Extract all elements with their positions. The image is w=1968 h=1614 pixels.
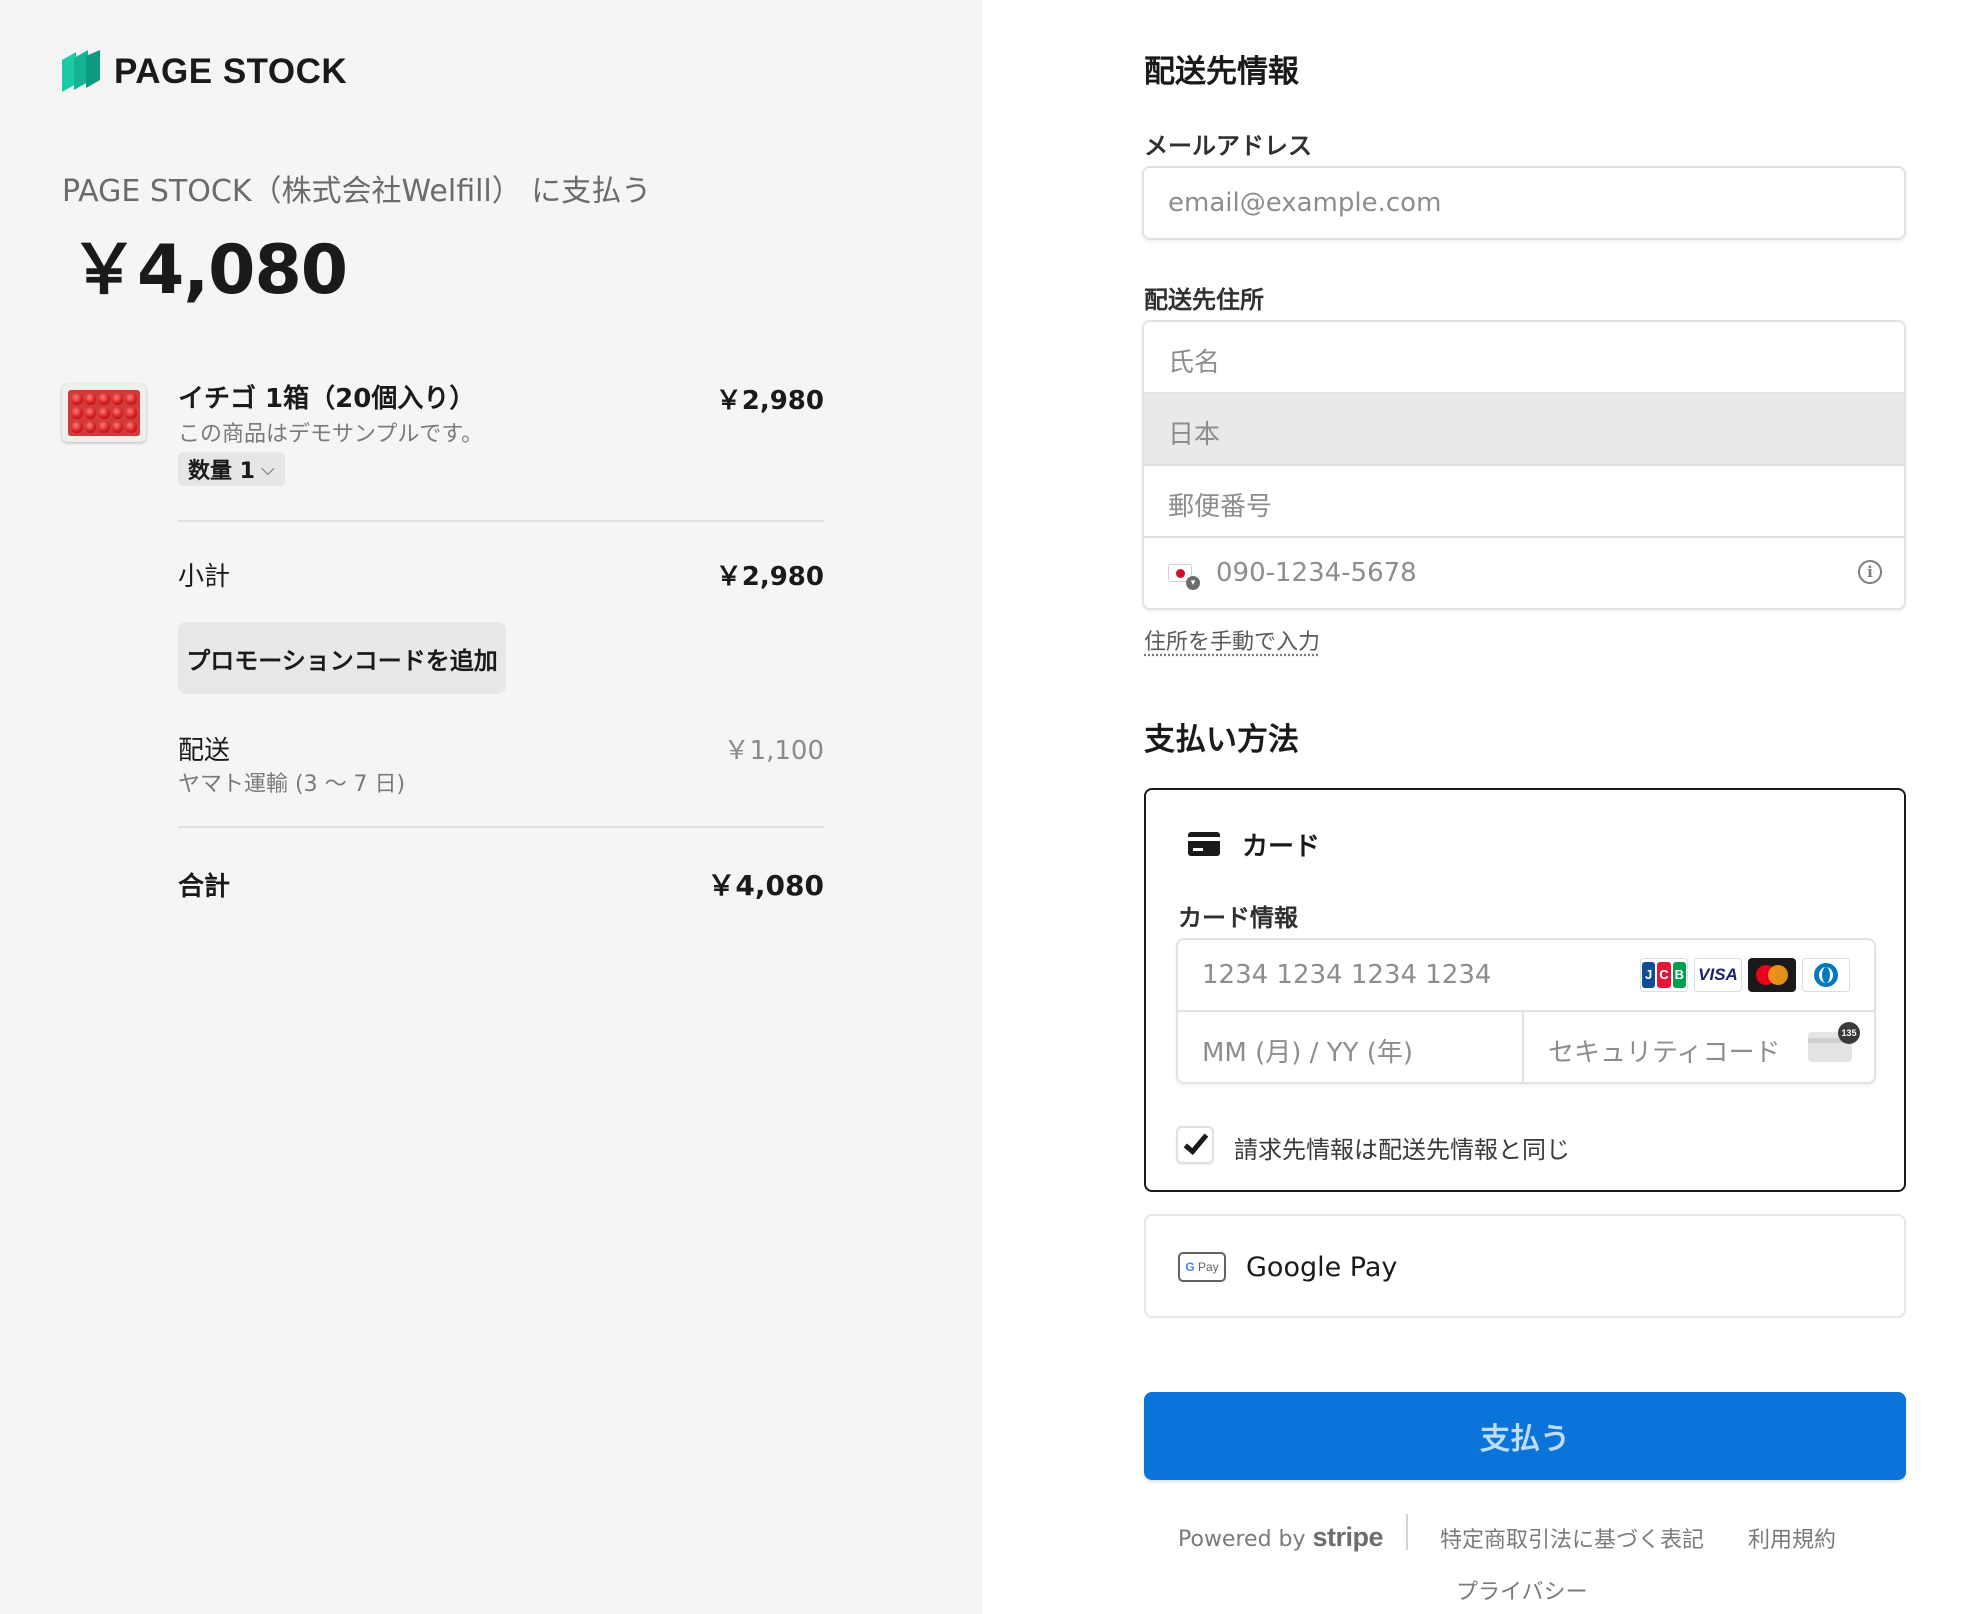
stripe-wordmark: stripe — [1312, 1522, 1384, 1552]
cvc-placeholder: セキュリティコード — [1548, 1038, 1781, 1068]
billing-same-checkbox[interactable] — [1176, 1126, 1214, 1164]
total-amount-heading: ￥4,080 — [70, 231, 348, 310]
cvc-badge: 135 — [1838, 1022, 1860, 1044]
google-pay-icon: G Pay — [1178, 1252, 1226, 1282]
name-field[interactable]: 氏名 — [1144, 322, 1904, 394]
chevron-down-icon: ⌵ — [260, 458, 275, 480]
privacy-link[interactable]: プライバシー — [1456, 1574, 1588, 1606]
payment-method-heading: 支払い方法 — [1144, 722, 1299, 758]
card-cvc-field[interactable]: セキュリティコード 135 — [1524, 1012, 1874, 1082]
pay-button[interactable]: 支払う — [1144, 1392, 1906, 1480]
brand-logo[interactable]: PAGE STOCK — [62, 50, 347, 94]
country-value: 日本 — [1168, 420, 1221, 450]
tokushoho-link[interactable]: 特定商取引法に基づく表記 — [1440, 1522, 1704, 1554]
phone-placeholder: 090-1234-5678 — [1216, 558, 1417, 588]
brand-name: PAGE STOCK — [114, 52, 348, 91]
checkmark-icon — [1183, 1128, 1209, 1156]
powered-by-stripe[interactable]: Powered by stripe — [1178, 1522, 1384, 1553]
jcb-icon: JCB — [1640, 958, 1688, 992]
footer-divider — [1406, 1514, 1408, 1550]
shipping-info-heading: 配送先情報 — [1144, 54, 1299, 90]
card-input-group: 1234 1234 1234 1234 JCB VISA MM (月) / YY… — [1176, 938, 1876, 1084]
subtotal-value: ￥2,980 — [715, 562, 824, 592]
card-expiry-field[interactable]: MM (月) / YY (年) — [1178, 1012, 1524, 1082]
divider — [178, 826, 824, 828]
product-price: ￥2,980 — [715, 386, 824, 416]
shipping-label: 配送 — [178, 736, 231, 766]
card-number-field[interactable]: 1234 1234 1234 1234 JCB VISA — [1178, 940, 1874, 1012]
cvc-card-icon: 135 — [1808, 1022, 1860, 1062]
phone-field[interactable]: ▾ 090-1234-5678 i — [1144, 538, 1904, 608]
quantity-selector[interactable]: 数量 1 ⌵ — [178, 452, 285, 486]
card-payment-option[interactable]: カード カード情報 1234 1234 1234 1234 JCB VISA M… — [1144, 788, 1906, 1192]
total-label: 合計 — [178, 872, 231, 902]
info-icon[interactable]: i — [1858, 560, 1882, 584]
checkout-form-panel: 配送先情報 メールアドレス email@example.com 配送先住所 氏名… — [982, 0, 1968, 1614]
diners-club-icon — [1802, 958, 1850, 992]
address-label: 配送先住所 — [1144, 286, 1264, 314]
pay-to-merchant: PAGE STOCK（株式会社Welfill） に支払う — [62, 174, 652, 209]
email-field[interactable]: email@example.com — [1142, 166, 1906, 240]
chevron-down-icon: ▾ — [1186, 576, 1200, 590]
name-placeholder: 氏名 — [1168, 348, 1221, 378]
email-placeholder: email@example.com — [1168, 188, 1442, 218]
quantity-label: 数量 1 — [188, 459, 255, 484]
shipping-value: ￥1,100 — [723, 736, 824, 766]
postal-code-field[interactable]: 郵便番号 — [1144, 466, 1904, 538]
subtotal-label: 小計 — [178, 562, 231, 592]
enter-address-manually-link[interactable]: 住所を手動で入力 — [1144, 624, 1320, 656]
product-thumbnail — [62, 384, 146, 442]
email-label: メールアドレス — [1144, 132, 1312, 160]
card-number-placeholder: 1234 1234 1234 1234 — [1202, 960, 1492, 990]
total-value: ￥4,080 — [707, 869, 824, 902]
google-pay-label: Google Pay — [1246, 1252, 1398, 1283]
google-pay-option[interactable]: G Pay Google Pay — [1144, 1214, 1906, 1318]
page-stock-logo-icon — [62, 50, 100, 92]
credit-card-icon — [1188, 832, 1220, 856]
order-summary-panel: PAGE STOCK PAGE STOCK（株式会社Welfill） に支払う … — [0, 0, 982, 1614]
strawberry-box-image — [68, 390, 140, 436]
card-option-label: カード — [1242, 832, 1321, 862]
visa-icon: VISA — [1694, 958, 1742, 992]
product-name: イチゴ 1箱（20個入り） — [178, 384, 476, 414]
country-field[interactable]: 日本 — [1144, 394, 1904, 466]
billing-same-label[interactable]: 請求先情報は配送先情報と同じ — [1234, 1130, 1570, 1165]
address-fields: 氏名 日本 郵便番号 ▾ 090-1234-5678 i — [1142, 320, 1906, 610]
shipping-method: ヤマト運輸 (3 ～ 7 日) — [178, 772, 406, 797]
terms-link[interactable]: 利用規約 — [1748, 1522, 1836, 1554]
postal-placeholder: 郵便番号 — [1168, 492, 1273, 522]
product-description: この商品はデモサンプルです。 — [178, 422, 484, 447]
mastercard-icon — [1748, 958, 1796, 992]
card-brand-logos: JCB VISA — [1640, 958, 1850, 992]
expiry-placeholder: MM (月) / YY (年) — [1202, 1038, 1414, 1068]
card-info-label: カード情報 — [1178, 904, 1298, 932]
add-promo-code-button[interactable]: プロモーションコードを追加 — [178, 622, 506, 694]
divider — [178, 520, 824, 522]
